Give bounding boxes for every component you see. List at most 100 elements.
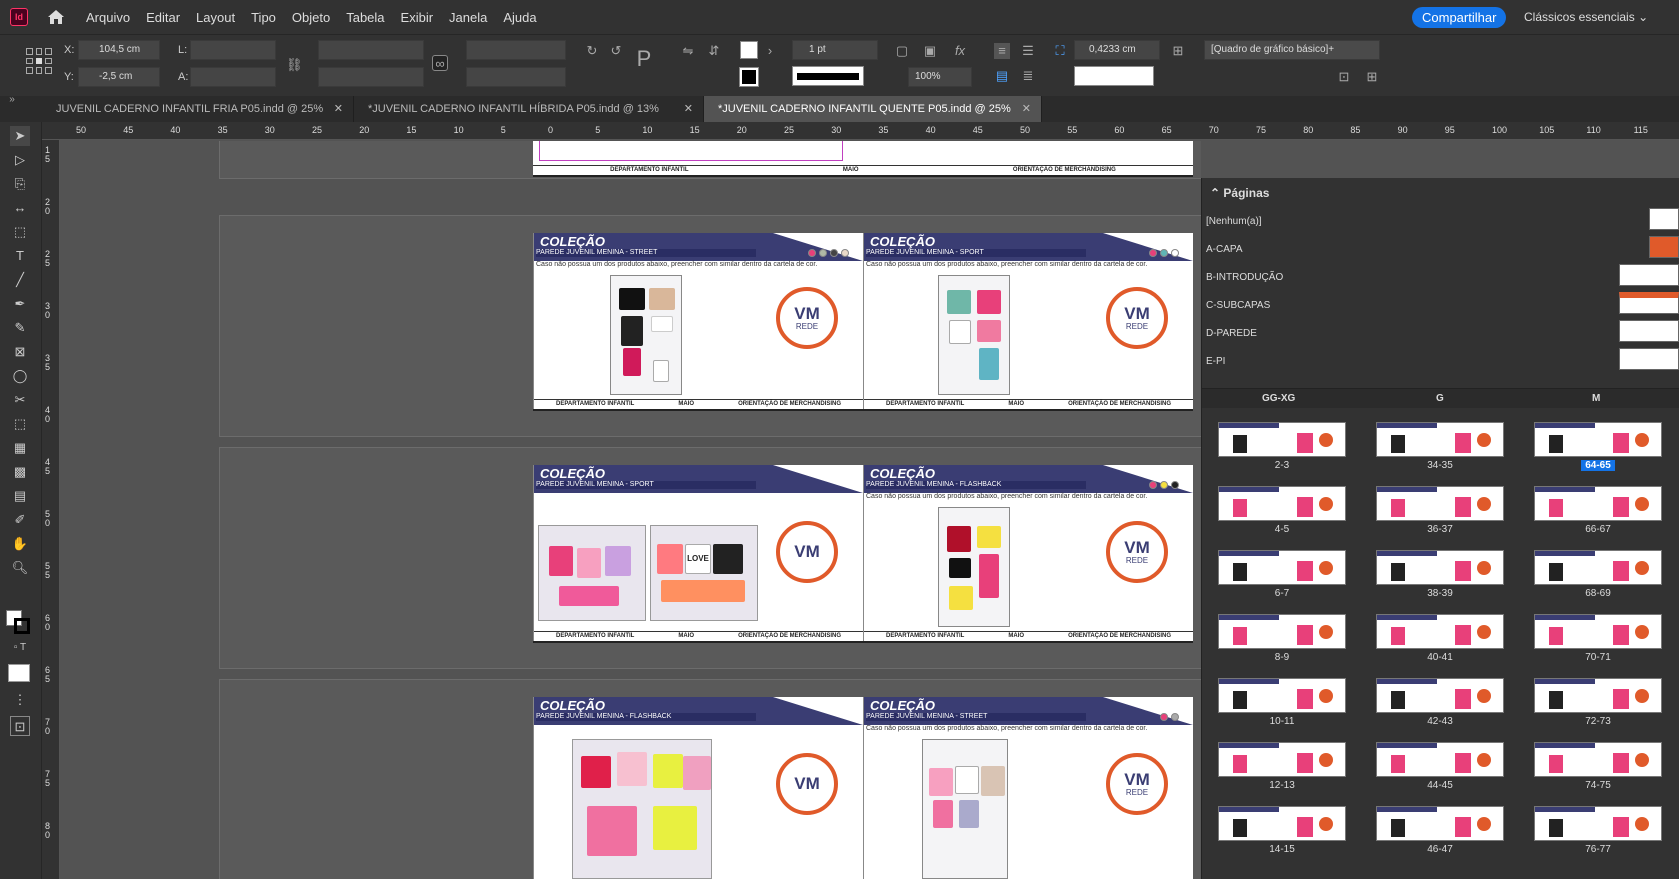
menu-tabela[interactable]: Tabela xyxy=(338,10,392,25)
page-thumbnail-label[interactable]: 6-7 xyxy=(1218,588,1346,599)
gradient-tool-icon[interactable]: ▦ xyxy=(10,438,30,458)
page-thumbnail-label[interactable]: 46-47 xyxy=(1376,844,1504,855)
menu-arquivo[interactable]: Arquivo xyxy=(78,10,138,25)
close-icon[interactable]: ✕ xyxy=(334,96,343,122)
page-thumbnail[interactable] xyxy=(1218,486,1346,521)
chevron-right-icon[interactable]: › xyxy=(762,43,778,59)
note-tool-icon[interactable]: ▤ xyxy=(10,486,30,506)
page-thumbnail-label[interactable]: 10-11 xyxy=(1218,716,1346,727)
clear-overrides-icon[interactable]: ⊡ xyxy=(1336,69,1352,85)
hand-tool-icon[interactable]: ✋ xyxy=(10,534,30,554)
rotate-ccw-icon[interactable]: ↺ xyxy=(608,43,624,59)
line-tool-icon[interactable]: ╱ xyxy=(10,270,30,290)
page-thumbnail[interactable] xyxy=(1534,742,1662,777)
object-style-select[interactable]: [Quadro de gráfico básico]+ xyxy=(1204,40,1380,60)
spread-partial[interactable]: DEPARTAMENTO INFANTIL MAIO ORIENTAÇÃO DE… xyxy=(533,141,1193,177)
tab-hibrida[interactable]: *JUVENIL CADERNO INFANTIL HÍBRIDA P05.in… xyxy=(354,96,704,122)
page-thumbnail-label[interactable]: 66-67 xyxy=(1534,524,1662,535)
page-thumbnail[interactable] xyxy=(1376,678,1504,713)
menu-editar[interactable]: Editar xyxy=(138,10,188,25)
effects-icon[interactable]: fx xyxy=(952,43,968,59)
menu-janela[interactable]: Janela xyxy=(441,10,495,25)
page-thumbnail[interactable] xyxy=(1376,614,1504,649)
page-thumbnail-label[interactable]: 2-3 xyxy=(1218,460,1346,471)
page-thumbnail[interactable] xyxy=(1376,742,1504,777)
page-tool-icon[interactable]: ⎘ xyxy=(10,174,30,194)
frame-fit-icon[interactable]: ▢ xyxy=(894,43,910,59)
master-b-introducao[interactable]: B-INTRODUÇÃO xyxy=(1206,272,1283,283)
fill-swatch[interactable] xyxy=(740,41,758,59)
text-wrap-icon[interactable]: ▤ xyxy=(994,68,1010,84)
master-e-pi[interactable]: E-PI xyxy=(1206,356,1225,367)
tab-quente[interactable]: *JUVENIL CADERNO INFANTIL QUENTE P05.ind… xyxy=(704,96,1042,122)
rectangle-frame-tool-icon[interactable]: ⊠ xyxy=(10,342,30,362)
page-thumbnail-label[interactable]: 4-5 xyxy=(1218,524,1346,535)
page-thumbnail-label[interactable]: 64-65 xyxy=(1534,460,1662,471)
collapse-panel-icon[interactable]: » xyxy=(4,92,20,108)
page-thumbnail-label[interactable]: 70-71 xyxy=(1534,652,1662,663)
eyedropper-tool-icon[interactable]: ✐ xyxy=(10,510,30,530)
document-canvas[interactable]: DEPARTAMENTO INFANTIL MAIO ORIENTAÇÃO DE… xyxy=(61,141,1201,879)
page-thumbnail[interactable] xyxy=(1218,678,1346,713)
page-thumbnail[interactable] xyxy=(1376,806,1504,841)
new-style-icon[interactable]: ⊞ xyxy=(1364,69,1380,85)
align-center-icon[interactable]: ☰ xyxy=(1020,43,1036,59)
flip-h-icon[interactable]: ⇋ xyxy=(680,43,696,59)
close-icon[interactable]: ✕ xyxy=(684,96,693,122)
spread-3[interactable]: COLEÇÃO PAREDE JUVENIL MENINA - FLASHBACK… xyxy=(533,697,1193,879)
align-top-icon[interactable]: ≡ xyxy=(994,43,1010,59)
workspace-switcher[interactable]: Clássicos essenciais ⌄ xyxy=(1524,10,1648,24)
stroke-swatch[interactable] xyxy=(739,67,759,87)
page-thumbnail[interactable] xyxy=(1534,422,1662,457)
page-thumbnail-label[interactable]: 36-37 xyxy=(1376,524,1504,535)
type-tool-icon[interactable]: T xyxy=(10,246,30,266)
formatting-container-icon[interactable]: ▫ T xyxy=(10,638,30,658)
page-thumbnail-label[interactable]: 8-9 xyxy=(1218,652,1346,663)
pencil-tool-icon[interactable]: ✎ xyxy=(10,318,30,338)
opacity-field[interactable]: 100% xyxy=(908,67,972,87)
view-mode-icon[interactable]: ⋮ xyxy=(10,690,30,710)
master-a-capa[interactable]: A-CAPA xyxy=(1206,244,1243,255)
page-thumbnail[interactable] xyxy=(1376,486,1504,521)
ellipse-tool-icon[interactable]: ◯ xyxy=(10,366,30,386)
page-thumbnail[interactable] xyxy=(1376,550,1504,585)
share-button[interactable]: Compartilhar xyxy=(1412,7,1507,28)
page-thumbnail[interactable] xyxy=(1218,742,1346,777)
page-thumbnail-label[interactable]: 14-15 xyxy=(1218,844,1346,855)
constrain-proportions-icon[interactable]: ⛓ xyxy=(286,57,303,73)
page-thumbnail[interactable] xyxy=(1534,614,1662,649)
path-icon[interactable]: P xyxy=(636,48,652,70)
master-d-parede[interactable]: D-PAREDE xyxy=(1206,328,1257,339)
gradient-feather-tool-icon[interactable]: ▩ xyxy=(10,462,30,482)
content-collector-icon[interactable]: ⬚ xyxy=(10,222,30,242)
pages-panel-title[interactable]: ⌃ Páginas xyxy=(1210,186,1269,200)
page-thumbnail-label[interactable]: 68-69 xyxy=(1534,588,1662,599)
menu-layout[interactable]: Layout xyxy=(188,10,243,25)
menu-tipo[interactable]: Tipo xyxy=(243,10,284,25)
frame-fill-icon[interactable]: ▣ xyxy=(922,43,938,59)
page-thumbnail[interactable] xyxy=(1218,806,1346,841)
gap-tool-icon[interactable]: ↔ xyxy=(10,198,30,218)
page-thumbnail[interactable] xyxy=(1534,678,1662,713)
reference-point-icon[interactable] xyxy=(26,48,52,74)
column-m[interactable]: M xyxy=(1592,393,1600,404)
zoom-tool-icon[interactable]: 🔍︎ xyxy=(10,558,30,578)
scissors-tool-icon[interactable]: ✂ xyxy=(10,390,30,410)
text-wrap-off-icon[interactable]: ≣ xyxy=(1020,68,1036,84)
flip-v-icon[interactable]: ⇵ xyxy=(706,43,722,59)
stroke-weight-field[interactable]: 1 pt xyxy=(792,40,878,60)
page-thumbnail[interactable] xyxy=(1534,550,1662,585)
home-icon[interactable] xyxy=(46,8,66,26)
scale-x-field[interactable] xyxy=(318,40,424,60)
page-thumbnail-label[interactable]: 44-45 xyxy=(1376,780,1504,791)
stroke-color-swatch[interactable] xyxy=(14,618,30,634)
height-field[interactable] xyxy=(190,67,276,87)
page-thumbnail-label[interactable]: 38-39 xyxy=(1376,588,1504,599)
y-field[interactable]: -2,5 cm xyxy=(78,67,160,87)
master-c-subcapas[interactable]: C-SUBCAPAS xyxy=(1206,300,1270,311)
spacing-field[interactable]: 0,4233 cm xyxy=(1074,40,1160,60)
page-thumbnail-label[interactable]: 76-77 xyxy=(1534,844,1662,855)
spread-2[interactable]: COLEÇÃO PAREDE JUVENIL MENINA - SPORT LOV… xyxy=(533,465,1193,643)
scale-y-field[interactable] xyxy=(318,67,424,87)
width-field[interactable] xyxy=(190,40,276,60)
